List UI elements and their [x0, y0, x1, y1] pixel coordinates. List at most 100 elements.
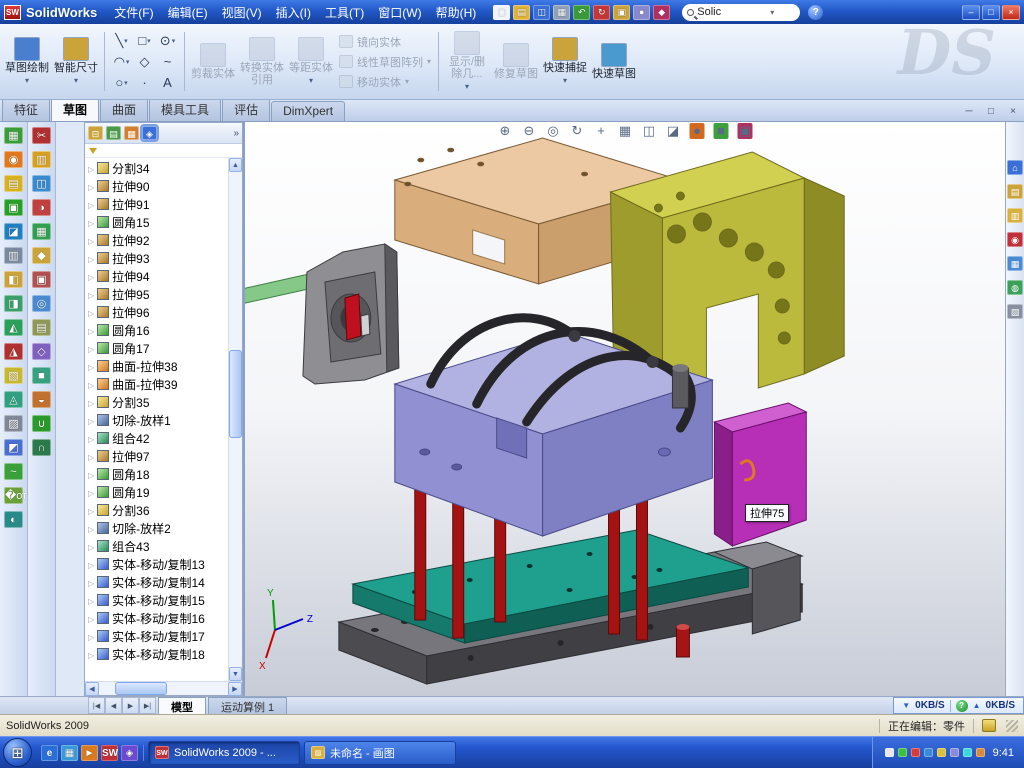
- feature-tree-item[interactable]: 分割34: [85, 159, 228, 177]
- sketch-tool-icon[interactable]: ⊙: [156, 30, 179, 51]
- tray-icon[interactable]: [976, 748, 985, 757]
- scroll-thumb[interactable]: [229, 350, 242, 438]
- sketch-tool-icon[interactable]: ·: [133, 72, 156, 93]
- search-input[interactable]: [697, 6, 767, 18]
- dock-tool-icon[interactable]: ▣: [4, 199, 23, 216]
- manager-tab-icon[interactable]: ▤: [106, 126, 121, 140]
- expand-arrow-icon[interactable]: [88, 215, 94, 229]
- expand-arrow-icon[interactable]: [88, 431, 94, 445]
- task-pane-icon[interactable]: ▧: [1007, 304, 1023, 319]
- command-row[interactable]: 线性草图阵列: [339, 54, 431, 70]
- feature-tree-item[interactable]: 圆角16: [85, 321, 228, 339]
- scroll-thumb[interactable]: [115, 682, 167, 695]
- tray-icon[interactable]: [898, 748, 907, 757]
- sketch-tool-icon[interactable]: ○: [110, 72, 133, 93]
- filter-icon[interactable]: [89, 148, 97, 154]
- commandmanager-tab[interactable]: 评估: [222, 98, 270, 121]
- command-button[interactable]: 转换实体引用: [239, 27, 285, 96]
- menu-item[interactable]: 视图(V): [215, 1, 269, 24]
- standard-toolbar-icon[interactable]: ▣: [613, 5, 630, 20]
- tray-icon[interactable]: [885, 748, 894, 757]
- quick-launch-icon[interactable]: ▦: [61, 745, 78, 761]
- part-insert-block[interactable]: [714, 403, 806, 546]
- menu-item[interactable]: 窗口(W): [371, 1, 428, 24]
- part-locating-pin[interactable]: [676, 624, 689, 657]
- command-button[interactable]: 快速草图: [591, 27, 637, 96]
- dock-tool-icon[interactable]: ▣: [32, 271, 51, 288]
- resize-grip[interactable]: [1006, 720, 1018, 732]
- standard-toolbar-icon[interactable]: ↻: [593, 5, 610, 20]
- menu-item[interactable]: 插入(I): [269, 1, 318, 24]
- dock-tool-icon[interactable]: �от: [4, 487, 23, 504]
- menu-item[interactable]: 工具(T): [318, 1, 371, 24]
- standard-toolbar-icon[interactable]: ↶: [573, 5, 590, 20]
- feature-tree-item[interactable]: 拉伸96: [85, 303, 228, 321]
- feature-tree-item[interactable]: 切除-放样2: [85, 519, 228, 537]
- commandmanager-tab[interactable]: DimXpert: [271, 101, 345, 121]
- tab-nav-icon[interactable]: |◀: [88, 697, 105, 714]
- tab-nav-icon[interactable]: ▶|: [139, 697, 156, 714]
- manager-tab-icon[interactable]: ▦: [124, 126, 139, 140]
- view-tool-icon[interactable]: +: [594, 123, 609, 139]
- feature-tree-item[interactable]: 曲面-拉伸38: [85, 357, 228, 375]
- quick-launch-icon[interactable]: SW: [101, 745, 118, 761]
- sketch-tool-icon[interactable]: □: [133, 30, 156, 51]
- feature-tree-item[interactable]: 曲面-拉伸39: [85, 375, 228, 393]
- expand-arrow-icon[interactable]: [88, 269, 94, 283]
- dock-tool-icon[interactable]: ◫: [32, 175, 51, 192]
- document-tab[interactable]: 运动算例 1: [208, 697, 287, 714]
- feature-tree-item[interactable]: 组合42: [85, 429, 228, 447]
- doc-minimize-button[interactable]: ─: [962, 106, 976, 117]
- feature-tree-item[interactable]: 圆角15: [85, 213, 228, 231]
- commandmanager-tab[interactable]: 曲面: [100, 98, 148, 121]
- tray-icon[interactable]: [937, 748, 946, 757]
- commandmanager-tab[interactable]: 草图: [51, 98, 99, 121]
- manager-tab-icon[interactable]: ⊟: [88, 126, 103, 140]
- dock-tool-icon[interactable]: ◨: [4, 295, 23, 312]
- expand-arrow-icon[interactable]: [88, 593, 94, 607]
- help-icon[interactable]: ?: [808, 5, 823, 20]
- feature-tree-item[interactable]: 分割35: [85, 393, 228, 411]
- dock-tool-icon[interactable]: ▦: [32, 223, 51, 240]
- command-row[interactable]: 移动实体: [339, 74, 431, 90]
- feature-tree-item[interactable]: 圆角19: [85, 483, 228, 501]
- expand-arrow-icon[interactable]: [88, 323, 94, 337]
- expand-arrow-icon[interactable]: [88, 179, 94, 193]
- feature-tree-item[interactable]: 拉伸95: [85, 285, 228, 303]
- tree-vertical-scrollbar[interactable]: ▲ ▼: [228, 158, 242, 681]
- task-pane-icon[interactable]: ⌂: [1007, 160, 1023, 175]
- clock[interactable]: 9:41: [993, 747, 1014, 759]
- command-button[interactable]: 智能尺寸: [53, 27, 99, 96]
- command-button[interactable]: 显示/删除几...: [444, 27, 490, 96]
- expand-arrow-icon[interactable]: [88, 647, 94, 661]
- feature-tree-item[interactable]: 组合43: [85, 537, 228, 555]
- doc-close-button[interactable]: ×: [1006, 106, 1020, 117]
- feature-tree-item[interactable]: 实体-移动/复制18: [85, 645, 228, 663]
- feature-tree-item[interactable]: 实体-移动/复制13: [85, 555, 228, 573]
- feature-tree-item[interactable]: 实体-移动/复制16: [85, 609, 228, 627]
- search-box[interactable]: ▾: [682, 4, 800, 21]
- view-tool-icon[interactable]: ⊖: [522, 123, 537, 139]
- menu-item[interactable]: 文件(F): [107, 1, 160, 24]
- standard-toolbar-icon[interactable]: ◆: [653, 5, 670, 20]
- dock-tool-icon[interactable]: ◐: [4, 511, 23, 528]
- feature-tree-item[interactable]: 分割36: [85, 501, 228, 519]
- dock-tool-icon[interactable]: ◪: [4, 223, 23, 240]
- view-tool-icon[interactable]: ▦: [618, 123, 633, 139]
- expand-arrow-icon[interactable]: [88, 305, 94, 319]
- feature-tree-item[interactable]: 拉伸94: [85, 267, 228, 285]
- feature-tree-item[interactable]: 圆角18: [85, 465, 228, 483]
- standard-toolbar-icon[interactable]: ●: [633, 5, 650, 20]
- expand-arrow-icon[interactable]: [88, 485, 94, 499]
- dock-tool-icon[interactable]: ◇: [32, 343, 51, 360]
- part-cam-unit[interactable]: [303, 244, 399, 384]
- quick-launch-icon[interactable]: e: [41, 745, 58, 761]
- command-button[interactable]: 快速捕捉: [542, 27, 588, 96]
- commandmanager-tab[interactable]: 特征: [2, 98, 50, 121]
- dock-tool-icon[interactable]: ■: [32, 367, 51, 384]
- expand-arrow-icon[interactable]: [88, 395, 94, 409]
- dock-tool-icon[interactable]: ◧: [4, 271, 23, 288]
- dock-tool-icon[interactable]: ▧: [4, 367, 23, 384]
- task-pane-icon[interactable]: ▤: [1007, 184, 1023, 199]
- command-button[interactable]: 剪裁实体: [190, 27, 236, 96]
